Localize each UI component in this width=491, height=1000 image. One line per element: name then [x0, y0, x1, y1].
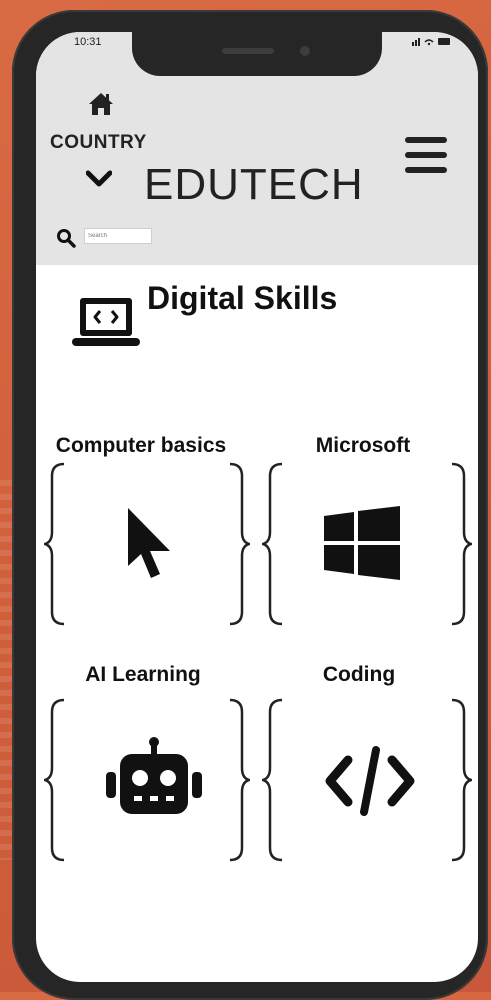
- mouse-pointer-icon: [128, 508, 170, 578]
- left-brace: [44, 698, 65, 862]
- card-label-computer-basics: Computer basics: [55, 434, 227, 457]
- left-brace: [262, 698, 283, 862]
- left-brace: [262, 462, 283, 626]
- right-brace: [451, 698, 472, 862]
- brand-title: EDUTECH: [144, 160, 364, 209]
- card-microsoft[interactable]: [262, 462, 472, 626]
- chevron-down-icon[interactable]: [86, 170, 112, 188]
- status-time: 10:31: [74, 36, 102, 48]
- phone-screen: 10:31 COUNTRY EDUTECH Search Digital Ski…: [36, 32, 478, 982]
- card-ai-learning[interactable]: [44, 698, 250, 862]
- laptop-code-icon: [72, 298, 140, 346]
- speaker-grille: [222, 48, 274, 54]
- hamburger-menu-icon[interactable]: [404, 135, 448, 175]
- status-icons: [412, 36, 452, 49]
- page-title: Digital Skills: [147, 280, 338, 316]
- card-computer-basics[interactable]: [44, 462, 250, 626]
- card-label-microsoft: Microsoft: [315, 434, 411, 457]
- windows-logo-icon: [324, 506, 400, 580]
- card-label-ai-learning: AI Learning: [85, 663, 201, 686]
- country-selector-label[interactable]: COUNTRY: [50, 132, 147, 154]
- left-brace: [44, 462, 65, 626]
- right-brace: [451, 462, 472, 626]
- signal-wifi-battery-icon: [412, 38, 450, 46]
- robot-icon: [106, 737, 202, 814]
- code-icon: [325, 746, 415, 816]
- camera-dot: [300, 46, 310, 56]
- phone-frame: 10:31 COUNTRY EDUTECH Search Digital Ski…: [12, 10, 488, 1000]
- home-icon[interactable]: [88, 92, 114, 116]
- right-brace: [229, 698, 250, 862]
- phone-notch: [132, 32, 382, 76]
- right-brace: [229, 462, 250, 626]
- card-label-coding: Coding: [322, 663, 396, 686]
- search-input[interactable]: [84, 228, 152, 244]
- search-icon[interactable]: [56, 228, 76, 248]
- card-coding[interactable]: [262, 698, 472, 862]
